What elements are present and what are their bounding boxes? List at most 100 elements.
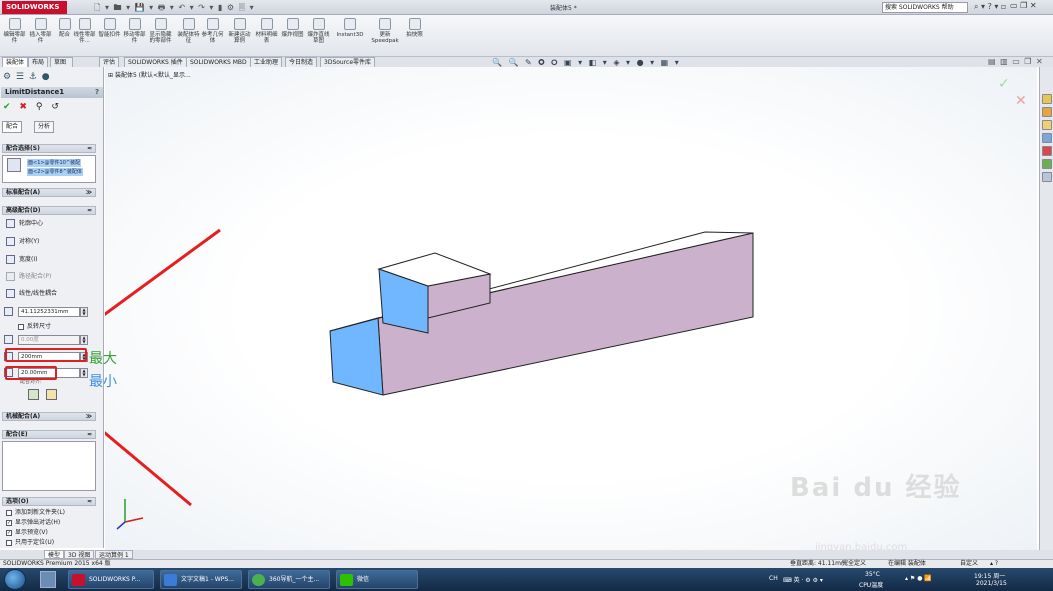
tab-industrial[interactable]: 工业助理 xyxy=(250,57,283,67)
tab-mates[interactable]: 配合 xyxy=(2,121,23,133)
library-icon[interactable] xyxy=(1042,120,1052,130)
tab-3d-views[interactable]: 3D 视图 xyxy=(64,550,95,559)
help-search-input[interactable]: 搜索 SOLIDWORKS 帮助 xyxy=(882,2,968,13)
status-defined: 完全定义 xyxy=(842,560,867,567)
tab-evaluate[interactable]: 评估 xyxy=(99,57,120,67)
solidworks-logo[interactable]: SOLIDWORKS xyxy=(2,1,67,14)
help-icon[interactable]: ? xyxy=(95,87,99,98)
mates-header[interactable]: 配合(E) ≈ xyxy=(2,430,96,439)
standard-mates-header[interactable]: 标准配合(A) ≫ xyxy=(2,188,96,197)
cmd-reference-geometry[interactable]: 参考几何体 xyxy=(200,18,225,44)
tab-model[interactable]: 模型 xyxy=(44,550,65,559)
pushpin-icon[interactable]: ⚲ xyxy=(36,102,46,112)
option-add-to-folder[interactable]: 添加到新文件夹(L) xyxy=(6,509,65,517)
cmd-edit-component[interactable]: 编辑零部件 xyxy=(2,18,27,44)
cmd-linear-pattern[interactable]: 线性零部件... xyxy=(72,18,97,44)
clock-date[interactable]: 2021/3/15 xyxy=(976,580,1007,587)
clock-time[interactable]: 19:15 周一 xyxy=(974,571,1005,580)
mate-selection-list[interactable]: 面<1>@零件10^装配 面<2>@零件8^装配体 xyxy=(2,155,96,183)
wps-icon xyxy=(164,574,177,586)
advanced-mates-header[interactable]: 高级配合(D) ≈ xyxy=(2,206,96,215)
align-aligned-button[interactable] xyxy=(28,389,39,400)
selection-item[interactable]: 面<1>@零件10^装配 xyxy=(27,159,82,167)
cmd-new-motion-study[interactable]: 新建运动算例 xyxy=(227,18,252,44)
cmd-snapshot[interactable]: 拍快照 xyxy=(402,18,427,38)
distance-spinner[interactable]: ▲ ▼ xyxy=(80,307,88,317)
cmd-explode-line[interactable]: 爆炸直线草图 xyxy=(306,18,331,44)
cmd-bom[interactable]: 材料明细表 xyxy=(254,18,279,44)
tab-3dsource[interactable]: 3DSource零件库 xyxy=(320,57,376,67)
cmd-exploded-view[interactable]: 爆炸视图 xyxy=(280,18,305,38)
taskbar-wps[interactable]: 文字文稿1 - WPS... xyxy=(160,570,242,589)
mechanical-mates-header[interactable]: 机械配合(A) ≫ xyxy=(2,412,96,421)
cmd-smart-fasteners[interactable]: 智能扣件 xyxy=(97,18,122,38)
angle-input[interactable]: 0.00度 xyxy=(18,335,80,345)
custom-properties-icon[interactable] xyxy=(1042,172,1052,182)
mate-selections-header[interactable]: 配合选择(S) ≈ xyxy=(2,144,96,153)
ime-toolbar[interactable]: ⌨ 英 · ⚙ ⚙ ▾ xyxy=(783,575,823,584)
option-show-popup[interactable]: ✓ 显示弹出对话(H) xyxy=(6,519,60,527)
tab-assembly[interactable]: 装配体 xyxy=(2,57,29,67)
viewport-window-controls[interactable]: ▤ ▥ ▭ ❐ ✕ xyxy=(988,57,1044,66)
file-explorer-icon[interactable] xyxy=(1042,133,1052,143)
resources-icon[interactable] xyxy=(1042,107,1052,117)
taskbar-wechat[interactable]: 微信 xyxy=(336,570,418,589)
mate-symmetric[interactable]: 对称(Y) xyxy=(6,237,39,247)
tab-analysis[interactable]: 分析 xyxy=(34,121,55,133)
cmd-show-hidden[interactable]: 显示隐藏的零部件 xyxy=(148,18,173,44)
mate-path[interactable]: 路径配合(P) xyxy=(6,272,51,282)
flip-dimension-checkbox[interactable]: 反转尺寸 xyxy=(18,323,51,331)
view-palette-icon[interactable] xyxy=(1042,146,1052,156)
distance-input[interactable]: 41.11252331mm xyxy=(18,307,80,317)
cancel-icon[interactable]: ✖ xyxy=(19,102,30,112)
tab-layout[interactable]: 布局 xyxy=(28,57,49,67)
cmd-move-component[interactable]: 移动零部件 xyxy=(122,18,147,44)
status-help-icon[interactable]: ▴ ? xyxy=(990,560,998,568)
start-button[interactable] xyxy=(4,569,26,590)
cmd-instant3d[interactable]: Instant3D xyxy=(334,18,366,38)
cmd-update-speedpak[interactable]: 更新Speedpak xyxy=(370,18,400,44)
profile-center-icon xyxy=(6,219,15,228)
graphics-area[interactable]: ⊞ 装配体5 (默认<默认_显示... ✓ ✕ Bai du 经验 jingya… xyxy=(105,67,1037,553)
mates-list[interactable] xyxy=(2,441,96,491)
cmd-assembly-features[interactable]: 装配体特征 xyxy=(176,18,201,44)
brand-label: SOLIDWORKS xyxy=(6,3,60,11)
cmd-insert-component[interactable]: 插入零部件 xyxy=(28,18,53,44)
document-title: 装配体5 * xyxy=(550,5,577,12)
taskbar-360[interactable]: 360导航_一个主... xyxy=(248,570,330,589)
motion-study-icon xyxy=(233,18,246,30)
language-indicator[interactable]: CH xyxy=(769,575,778,582)
assembly-model[interactable] xyxy=(329,231,754,396)
tab-addins[interactable]: SOLIDWORKS 插件 xyxy=(124,57,187,67)
selection-item[interactable]: 面<2>@零件8^装配体 xyxy=(27,168,83,176)
min-spinner[interactable]: ▲ ▼ xyxy=(80,368,88,378)
angle-spinner[interactable]: ▲ ▼ xyxy=(80,335,88,345)
status-units[interactable]: 自定义 xyxy=(960,560,978,568)
tab-mbd[interactable]: SOLIDWORKS MBD xyxy=(186,57,251,67)
cmd-label: 更新Speedpak xyxy=(371,32,399,44)
pinned-app-icon[interactable] xyxy=(40,571,56,588)
mate-width[interactable]: 宽度(I) xyxy=(6,255,37,265)
appearances-icon[interactable] xyxy=(1042,159,1052,169)
window-controls[interactable]: ▭ ❐ ✕ xyxy=(1010,1,1037,10)
taskbar-solidworks[interactable]: SOLIDWORKS P... xyxy=(68,570,154,589)
checkbox-box: ✓ xyxy=(6,529,12,536)
quick-access-toolbar[interactable]: 🗋 ▾ 🖿 ▾ 💾 ▾ 🖶 ▾ ↶ ▾ ↷ ▾ ▮ ⚙ 🗏 ▾ xyxy=(94,2,255,16)
home-icon[interactable] xyxy=(1042,94,1052,104)
tray-icons[interactable]: ▴ ⚑ ● 📶 xyxy=(905,575,932,582)
undo-icon[interactable]: ↺ xyxy=(51,102,62,112)
tab-sketch[interactable]: 草图 xyxy=(50,57,73,67)
tab-motion-study[interactable]: 运动算例 1 xyxy=(95,550,133,559)
option-show-preview[interactable]: ✓ 显示预览(V) xyxy=(6,529,48,537)
manager-tabs[interactable]: ⚙ ☰ ⚓ ● xyxy=(3,72,63,82)
collapse-icon: ≈ xyxy=(86,207,92,214)
header-label: 高级配合(D) xyxy=(6,207,41,214)
align-anti-aligned-button[interactable] xyxy=(46,389,57,400)
tab-today[interactable]: 今日制造 xyxy=(285,57,318,67)
mate-profile-center[interactable]: 轮廓中心 xyxy=(6,219,43,229)
option-positioning-only[interactable]: 只用于定位(U) xyxy=(6,539,54,547)
mate-linear-coupler[interactable]: 线性/线性耦合 xyxy=(6,289,57,299)
options-header[interactable]: 选项(O) ≈ xyxy=(2,497,96,506)
help-icons[interactable]: ⌕ ▾ ? ▾ ▫ xyxy=(974,2,1006,12)
ok-icon[interactable]: ✔ xyxy=(3,102,14,112)
